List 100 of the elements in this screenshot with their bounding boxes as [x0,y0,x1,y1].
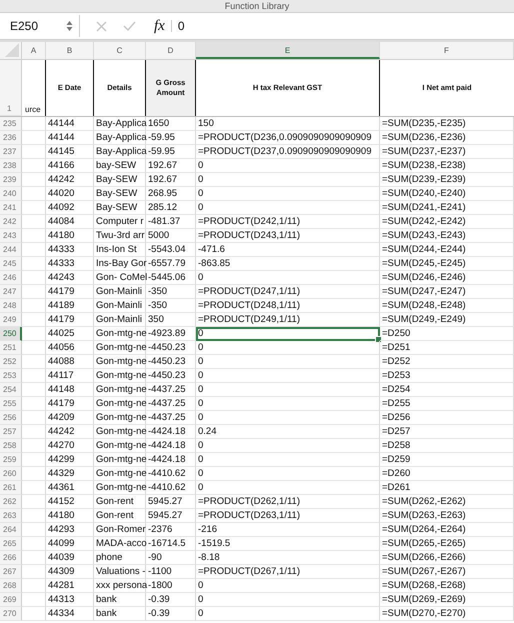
row-number[interactable]: 247 [0,285,22,299]
row-number[interactable]: 246 [0,271,22,285]
table-cell: phone [94,551,146,565]
table-cell: -16714.5 [146,537,196,551]
row-number[interactable]: 237 [0,145,22,159]
table-cell: =D259 [380,453,514,467]
table-cell: Gon-Romer [94,523,146,537]
row-number[interactable]: 240 [0,187,22,201]
row-number[interactable]: 253 [0,369,22,383]
table-cell: 350 [146,313,196,327]
table-cell: 44092 [46,201,94,215]
table-cell: 0 [196,369,380,383]
cancel-icon[interactable] [96,20,107,32]
row-number[interactable]: 256 [0,411,22,425]
name-box[interactable]: E250 [2,15,80,37]
row-number[interactable]: 238 [0,159,22,173]
table-cell: =D254 [380,383,514,397]
table-cell: Gon-mtg-ne [94,467,146,481]
table-cell: -1800 [146,579,196,593]
table-cell: 5000 [146,229,196,243]
row-number[interactable]: 257 [0,425,22,439]
table-cell: bay-SEW [94,159,146,173]
table-cell: MADA-acco [94,537,146,551]
column-header[interactable]: A [22,42,46,59]
table-cell: =D251 [380,341,514,355]
row-number[interactable]: 242 [0,215,22,229]
row-number[interactable]: 263 [0,509,22,523]
table-cell: 44242 [46,425,94,439]
table-cell: 44145 [46,145,94,159]
row-number[interactable]: 249 [0,313,22,327]
row-number[interactable]: 251 [0,341,22,355]
table-cell: Gon-Mainli [94,299,146,313]
table-cell: -4450.23 [146,369,196,383]
row-number[interactable]: 261 [0,481,22,495]
table-cell: 44209 [46,411,94,425]
table-cell: -4424.18 [146,439,196,453]
column-header[interactable]: E [196,42,380,59]
row-number[interactable]: 1 [0,60,22,116]
row-number[interactable]: 235 [0,117,22,131]
table-cell: Gon-rent [94,495,146,509]
table-cell: Gon-mtg-ne [94,383,146,397]
row-number[interactable]: 248 [0,299,22,313]
row-number[interactable]: 267 [0,565,22,579]
row-number[interactable]: 245 [0,257,22,271]
row-number[interactable]: 266 [0,551,22,565]
row-number[interactable]: 268 [0,579,22,593]
table-cell: =PRODUCT(D242,1/11) [196,215,380,229]
row-number[interactable]: 250 [0,327,22,341]
table-cell: =SUM(D267,-E267) [380,565,514,579]
table-cell: -0.39 [146,607,196,621]
row-number[interactable]: 236 [0,131,22,145]
row-number[interactable]: 260 [0,467,22,481]
row-number[interactable]: 252 [0,355,22,369]
table-cell: 0 [196,383,380,397]
row-number[interactable]: 264 [0,523,22,537]
table-cell: 0 [196,159,380,173]
table-cell: bank [94,593,146,607]
table-cell: 44334 [46,607,94,621]
table-cell: 44025 [46,327,94,341]
table-cell: 0 [196,355,380,369]
row-number[interactable]: 239 [0,173,22,187]
table-cell: Ins-Bay Gor [94,257,146,271]
ribbon-group-label: Function Library [224,0,290,12]
spinner-icon[interactable] [66,20,73,32]
row-number[interactable]: 265 [0,537,22,551]
row-number[interactable]: 241 [0,201,22,215]
table-cell: Bay-Applica [94,131,146,145]
table-cell: =D261 [380,481,514,495]
table-cell: -4450.23 [146,341,196,355]
table-cell: 44179 [46,313,94,327]
row-number[interactable]: 255 [0,397,22,411]
table-cell: =PRODUCT(D262,1/11) [196,495,380,509]
formula-input[interactable]: 0 [178,19,185,33]
row-number[interactable]: 269 [0,593,22,607]
row-number[interactable]: 258 [0,439,22,453]
table-cell: Bay-Applica [94,117,146,131]
confirm-icon[interactable] [123,21,136,31]
table-cell: xxx persona [94,579,146,593]
column-header[interactable]: C [94,42,146,59]
table-cell: 0.24 [196,425,380,439]
row-number[interactable]: 243 [0,229,22,243]
row-number[interactable]: 244 [0,243,22,257]
table-cell: =SUM(D263,-E263) [380,509,514,523]
table-cell: -4424.18 [146,453,196,467]
column-header[interactable]: B [46,42,94,59]
table-cell: 44180 [46,509,94,523]
row-number[interactable]: 262 [0,495,22,509]
row-number[interactable]: 254 [0,383,22,397]
table-cell: Gon-Mainli [94,313,146,327]
table-cell: 0 [196,341,380,355]
table-cell: =PRODUCT(D263,1/11) [196,509,380,523]
row-number[interactable]: 270 [0,607,22,621]
column-header[interactable]: F [380,42,514,59]
table-cell: 44056 [46,341,94,355]
row-number[interactable]: 259 [0,453,22,467]
select-all-icon[interactable] [5,43,19,57]
table-cell: =SUM(D235,-E235) [380,117,514,131]
function-label[interactable]: fx [154,18,165,34]
table-cell: =PRODUCT(D267,1/11) [196,565,380,579]
table-cell: -4450.23 [146,355,196,369]
